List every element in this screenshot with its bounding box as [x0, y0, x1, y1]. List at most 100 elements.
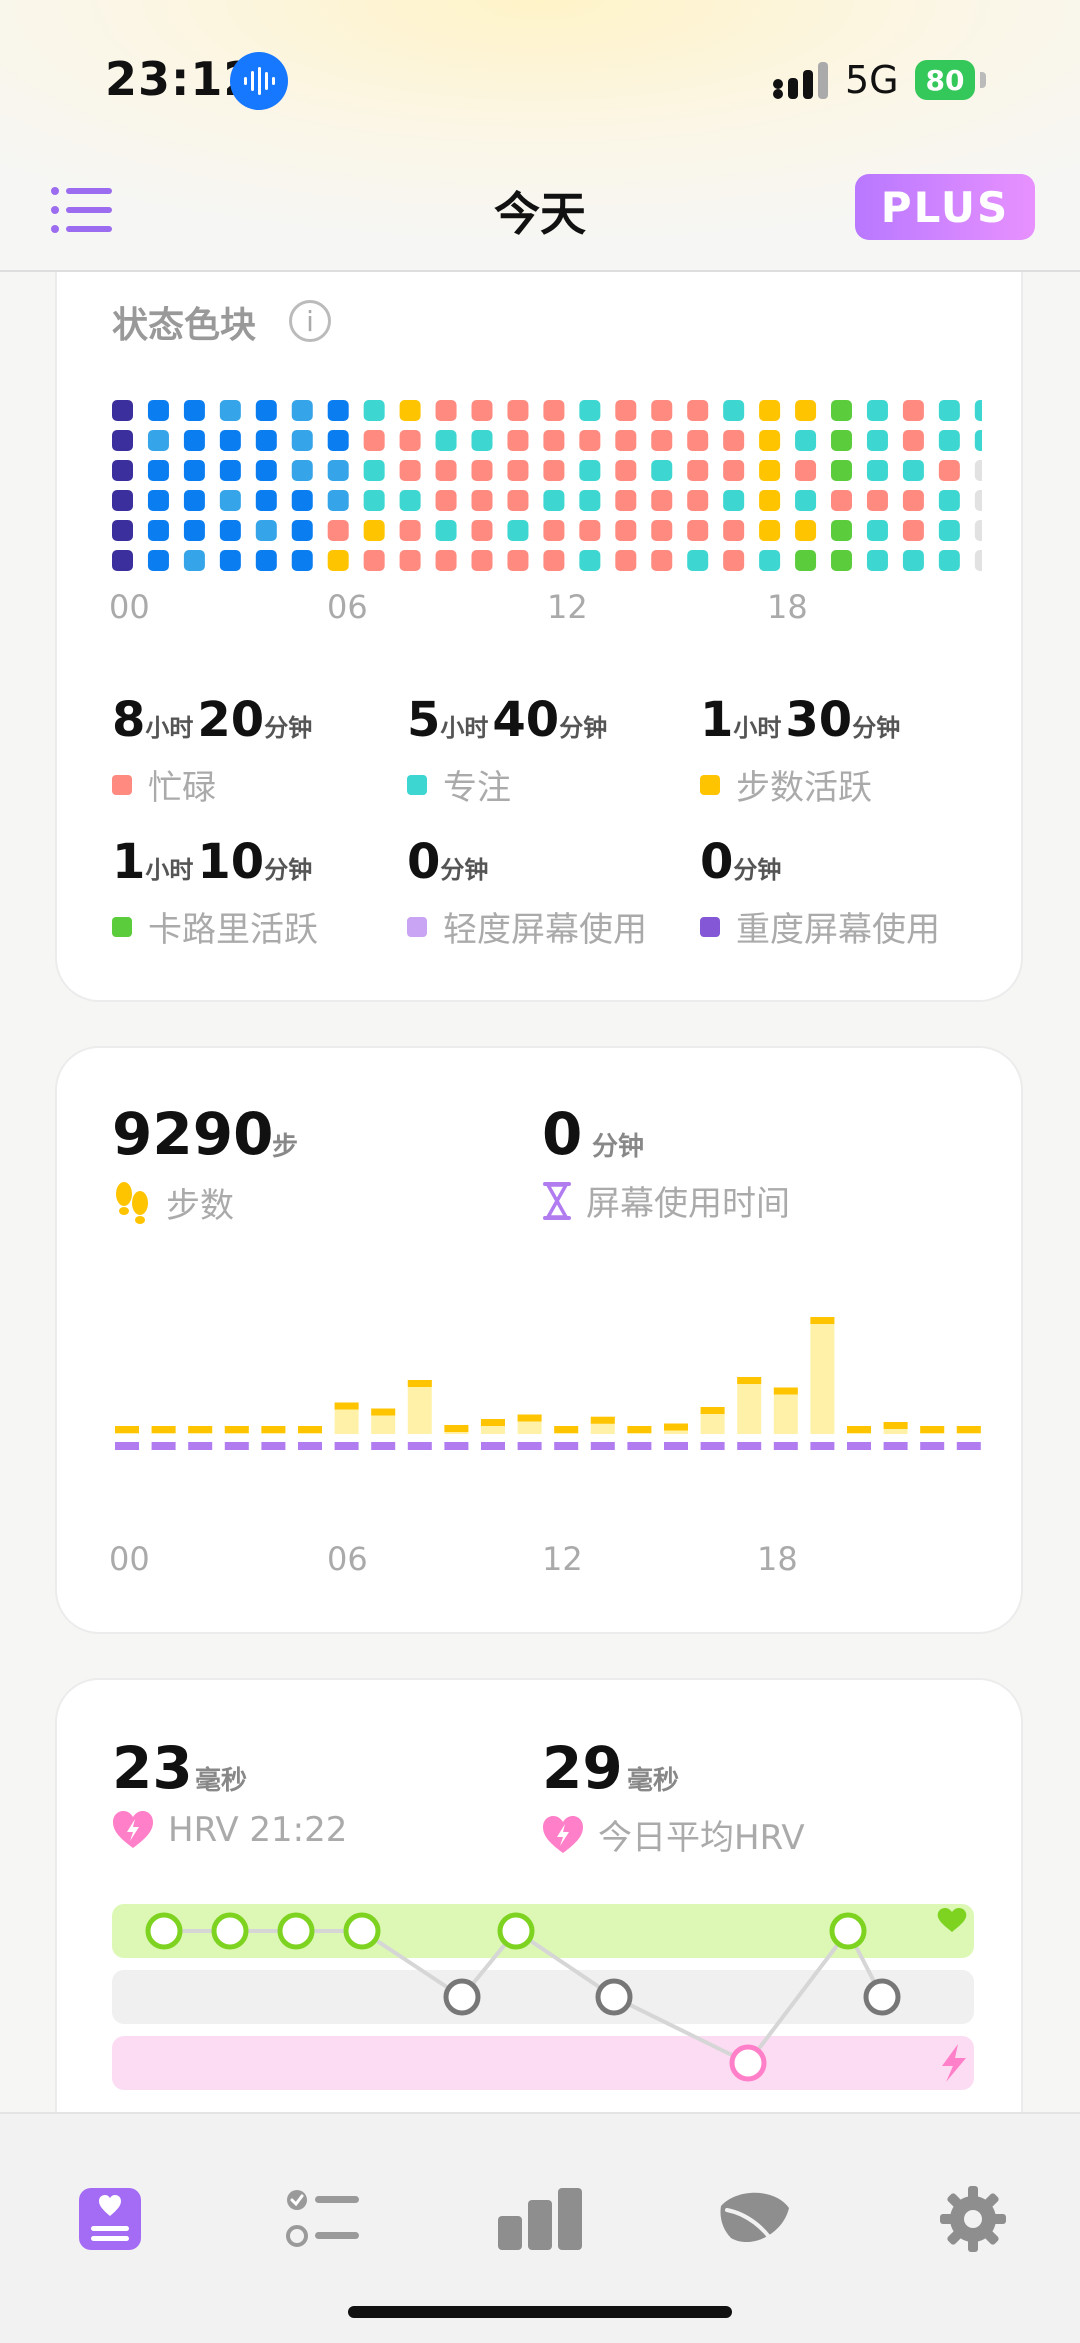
- steps-bar-cap: [737, 1377, 762, 1384]
- heatmap-tick: 00: [109, 588, 150, 626]
- legend-calorie-active: 卡路里活跃: [112, 902, 318, 951]
- tab-settings[interactable]: [918, 2164, 1028, 2274]
- status-block-cell: [687, 460, 709, 481]
- status-block-cell: [219, 520, 241, 541]
- status-block-cell: [543, 430, 565, 451]
- steps-bar-cap: [407, 1380, 432, 1387]
- status-block-cell: [723, 460, 745, 481]
- status-block-cell: [507, 520, 529, 541]
- stat-light-screen: 0分钟: [407, 834, 489, 890]
- status-block-cell: [112, 400, 133, 421]
- status-block-cell: [291, 460, 313, 481]
- status-block-cell: [651, 550, 673, 571]
- status-block-cell: [255, 430, 277, 451]
- status-block-cell: [651, 460, 673, 481]
- status-block-cell: [759, 490, 781, 511]
- screen-time-bar: [883, 1442, 908, 1450]
- hourglass-icon: [543, 1181, 571, 1220]
- status-block-cell: [795, 460, 817, 481]
- status-block-cell: [327, 520, 349, 541]
- status-block-cell: [471, 460, 493, 481]
- status-block-cell: [219, 550, 241, 571]
- legend-swatch: [407, 774, 427, 795]
- status-block-cell: [615, 460, 637, 481]
- status-block-cell: [183, 490, 205, 511]
- hrv-level-chart: [112, 1904, 974, 2090]
- steps-bar-cap: [810, 1317, 835, 1324]
- tab-tasks[interactable]: [268, 2164, 378, 2274]
- status-block-cell: [507, 430, 529, 451]
- status-block-cell: [507, 550, 529, 571]
- status-block-cell: [435, 490, 457, 511]
- heatmap-tick: 18: [767, 588, 808, 626]
- screen-time-bar: [847, 1442, 871, 1450]
- status-block-cell: [759, 400, 781, 421]
- status-block-cell: [543, 400, 565, 421]
- status-block-cell: [759, 550, 781, 571]
- status-block-cell: [255, 550, 277, 571]
- steps-bar: [737, 1377, 762, 1434]
- steps-bar-cap: [664, 1423, 688, 1431]
- status-block-cell: [255, 520, 277, 541]
- status-block-cell: [938, 400, 960, 421]
- screen-time-bar: [554, 1442, 579, 1450]
- status-block-cell: [866, 520, 888, 541]
- status-block-cell: [399, 550, 421, 571]
- steps-bar-cap: [224, 1426, 249, 1433]
- screen-time-bar: [151, 1442, 176, 1450]
- plus-upgrade-button[interactable]: PLUS: [855, 174, 1035, 240]
- status-block-cell: [974, 490, 982, 511]
- hrv-latest-value: 23: [112, 1734, 193, 1802]
- steps-label: 步数: [112, 1178, 234, 1227]
- status-block-cell: [147, 550, 169, 571]
- cellular-signal-icon: [773, 62, 828, 99]
- status-block-cell: [255, 490, 277, 511]
- battery-cap: [980, 72, 986, 88]
- legend-swatch: [112, 774, 132, 795]
- status-block-cell: [219, 400, 241, 421]
- status-block-cell: [219, 460, 241, 481]
- legend-swatch: [407, 916, 427, 937]
- status-block-cell: [579, 430, 601, 451]
- status-block-cell: [363, 460, 385, 481]
- status-block-cell: [183, 430, 205, 451]
- status-block-cell: [615, 520, 637, 541]
- status-block-cell: [183, 520, 205, 541]
- status-block-cell: [831, 490, 853, 511]
- status-block-cell: [327, 550, 349, 571]
- status-block-cell: [435, 550, 457, 571]
- status-block-cell: [579, 520, 601, 541]
- network-type: 5G: [845, 58, 899, 102]
- status-block-cell: [327, 430, 349, 451]
- status-block-cell: [938, 460, 960, 481]
- status-block-cell: [543, 490, 565, 511]
- hrv-point: [729, 2044, 767, 2082]
- info-icon[interactable]: i: [289, 300, 331, 342]
- legend-light-screen: 轻度屏幕使用: [407, 902, 647, 951]
- status-block-cell: [327, 490, 349, 511]
- gear-icon: [940, 2186, 1006, 2252]
- footsteps-icon: [116, 1181, 148, 1224]
- tab-nature[interactable]: [700, 2164, 810, 2274]
- steps-unit: 步: [272, 1132, 299, 1162]
- status-block-cell: [291, 400, 313, 421]
- screen-time-bar: [444, 1442, 469, 1450]
- status-block-cell: [615, 490, 637, 511]
- nav-bar: 今天 PLUS: [0, 160, 1080, 272]
- status-block-cell: [938, 430, 960, 451]
- steps-bar-cap: [700, 1407, 725, 1414]
- steps-bar-cap: [444, 1425, 469, 1432]
- status-blocks-title: 状态色块: [112, 305, 257, 346]
- tab-today[interactable]: [55, 2164, 165, 2274]
- status-block-cell: [399, 400, 421, 421]
- status-block-cell: [687, 430, 709, 451]
- status-block-cell: [866, 400, 888, 421]
- legend-swatch: [700, 916, 720, 937]
- steps-bar-cap: [517, 1414, 542, 1422]
- tab-stats[interactable]: [485, 2164, 595, 2274]
- home-indicator: [348, 2306, 732, 2318]
- status-block-cell: [831, 460, 853, 481]
- bar-chart-tick: 06: [327, 1540, 368, 1578]
- status-block-cell: [363, 400, 385, 421]
- steps-bar-cap: [627, 1426, 652, 1433]
